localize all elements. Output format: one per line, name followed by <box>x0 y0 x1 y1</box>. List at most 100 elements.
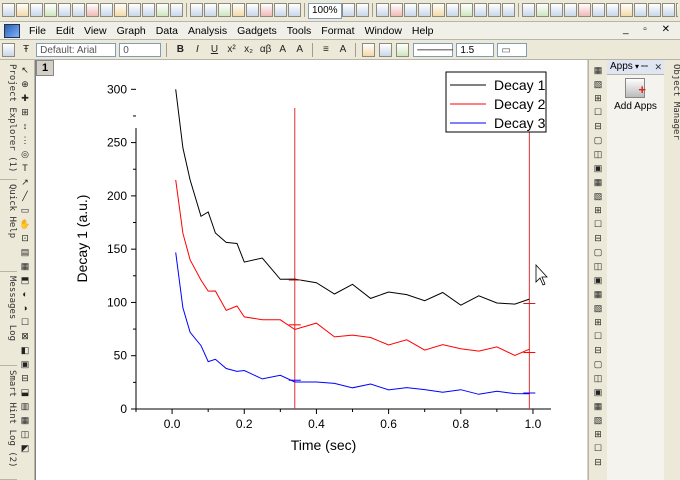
menu-item-window[interactable]: Window <box>360 25 407 37</box>
font-select[interactable]: Default: Arial <box>36 43 117 57</box>
graph-tool-icon[interactable]: ⊟ <box>592 232 604 244</box>
graph-tool-icon[interactable]: ⊟ <box>592 456 604 468</box>
toolbar-button-icon[interactable] <box>260 3 273 17</box>
toolbar-button-icon[interactable] <box>487 3 501 17</box>
graph-tool-icon[interactable]: ▣ <box>592 274 604 286</box>
tab-messages-log[interactable]: Messages Log <box>0 272 17 366</box>
graph-tool-icon[interactable]: ⊟ <box>592 344 604 356</box>
menu-item-edit[interactable]: Edit <box>51 25 79 37</box>
toolbar-button-icon[interactable] <box>605 3 619 17</box>
screen-reader-tool-icon[interactable]: ↕ <box>19 120 31 132</box>
menu-item-graph[interactable]: Graph <box>112 25 151 37</box>
graph-tool-icon[interactable]: ◫ <box>592 260 604 272</box>
insert-layout-tool-icon[interactable]: ▥ <box>19 400 31 412</box>
add-apps-label[interactable]: Add Apps <box>607 101 664 112</box>
rotate-tool-icon[interactable]: ◐ <box>19 288 31 300</box>
graph-tool-icon[interactable]: ⊟ <box>592 120 604 132</box>
toolbar-button-icon[interactable] <box>288 3 301 17</box>
graph-tool-icon[interactable]: ▧ <box>592 78 604 90</box>
graph-tool-icon[interactable]: ▢ <box>592 358 604 370</box>
toolbar-button-icon[interactable] <box>647 3 661 17</box>
toolbar-button-icon[interactable] <box>403 3 417 17</box>
toolbar-button-icon[interactable] <box>417 3 431 17</box>
draw-data-tool-icon[interactable]: ◎ <box>19 148 31 160</box>
data-reader-tool-icon[interactable]: ⊞ <box>19 106 31 118</box>
toolbar-button-icon[interactable] <box>577 3 591 17</box>
graph-tool-icon[interactable]: ◫ <box>592 372 604 384</box>
subscript-button[interactable]: x₂ <box>242 43 256 57</box>
border-style-select[interactable]: ▭ <box>497 43 528 57</box>
font-shrink-button[interactable]: A <box>293 43 307 57</box>
zoom-select[interactable]: 100% <box>308 3 342 19</box>
italic-button[interactable]: I <box>190 43 204 57</box>
close-icon[interactable]: ✕ <box>654 60 662 74</box>
graph-window[interactable]: 1 0.0 0.2 0.4 0.6 0.8 1.0 0 50 100 150 200 250 300 Ti… <box>36 60 587 480</box>
insert-workbook-tool-icon[interactable]: ◫ <box>19 428 31 440</box>
toolbar-button-icon[interactable] <box>633 3 647 17</box>
insert-image-tool-icon[interactable]: ⬓ <box>19 386 31 398</box>
toolbar-button-icon[interactable] <box>190 3 203 17</box>
toolbar-button-icon[interactable] <box>675 3 678 17</box>
toolbar-button-icon[interactable] <box>170 3 183 17</box>
app-icon[interactable] <box>4 24 20 38</box>
graph-tool-icon[interactable]: ▣ <box>592 162 604 174</box>
toolbar-button-icon[interactable] <box>58 3 71 17</box>
pattern-icon[interactable] <box>379 43 393 57</box>
underline-button[interactable]: U <box>207 43 221 57</box>
hand-tool-icon[interactable]: ✋ <box>19 218 31 230</box>
region-tool-icon[interactable]: ⊡ <box>19 232 31 244</box>
line-style-select[interactable]: ───── <box>413 43 454 57</box>
toolbar-button-icon[interactable] <box>549 3 563 17</box>
mask-tool-icon[interactable]: ▤ <box>19 246 31 258</box>
tab-quick-help[interactable]: Quick Help <box>0 180 17 272</box>
toolbar-button-icon[interactable] <box>204 3 217 17</box>
insert-equation-tool-icon[interactable]: ⊟ <box>19 372 31 384</box>
menu-item-analysis[interactable]: Analysis <box>183 25 232 37</box>
zoom-pan-tool-icon[interactable]: ⊕ <box>19 78 31 90</box>
graph-tool-icon[interactable]: ▦ <box>592 64 604 76</box>
graph-tool-icon[interactable]: ▢ <box>592 134 604 146</box>
graph-tool-icon[interactable]: ◫ <box>592 148 604 160</box>
toolbar-button-icon[interactable] <box>591 3 605 17</box>
menu-item-view[interactable]: View <box>79 25 112 37</box>
toolbar-button-icon[interactable] <box>445 3 459 17</box>
toolbar-button-icon[interactable] <box>72 3 85 17</box>
menu-item-format[interactable]: Format <box>316 25 359 37</box>
toolbar-button-icon[interactable] <box>232 3 245 17</box>
line-width-select[interactable]: 1.5 <box>456 43 495 57</box>
menu-item-gadgets[interactable]: Gadgets <box>232 25 282 37</box>
toolbar-button-icon[interactable] <box>389 3 403 17</box>
toolbar-button-icon[interactable] <box>355 3 369 17</box>
toolbar-button-icon[interactable] <box>473 3 487 17</box>
toolbar-button-icon[interactable] <box>114 3 127 17</box>
window-controls[interactable]: _ ▫ ✕ <box>623 24 676 35</box>
graph-tool-icon[interactable]: ▧ <box>592 414 604 426</box>
toolbar-button-icon[interactable] <box>86 3 99 17</box>
graph-tool-icon[interactable]: ▣ <box>592 386 604 398</box>
data-selector-tool-icon[interactable]: ▦ <box>19 260 31 272</box>
graph-tool-icon[interactable]: ▦ <box>592 400 604 412</box>
graph-tool-icon[interactable]: ▢ <box>592 246 604 258</box>
toolbar-button-icon[interactable] <box>661 3 675 17</box>
scale-tool-icon[interactable]: ✚ <box>19 92 31 104</box>
toolbar-button-icon[interactable] <box>100 3 113 17</box>
handle-icon[interactable] <box>2 43 15 57</box>
align-left-icon[interactable]: ≡ <box>319 43 333 57</box>
fill-tool-icon[interactable]: ◑ <box>19 302 31 314</box>
font-size-select[interactable]: 0 <box>119 43 162 57</box>
regional-mask-tool-icon[interactable]: ⊠ <box>19 330 31 342</box>
fill-color-icon[interactable] <box>362 43 376 57</box>
menu-item-tools[interactable]: Tools <box>282 25 317 37</box>
tab-object-manager[interactable]: Object Manager <box>664 60 680 180</box>
graph-tool-icon[interactable]: ▦ <box>592 288 604 300</box>
toolbar-button-icon[interactable] <box>128 3 141 17</box>
toolbar-button-icon[interactable] <box>274 3 287 17</box>
toolbar-button-icon[interactable] <box>501 3 515 17</box>
superscript-button[interactable]: x² <box>225 43 239 57</box>
tab-smart-hint-log[interactable]: Smart Hint Log (2) <box>0 366 17 480</box>
arrow-tool-icon[interactable]: ↗ <box>19 176 31 188</box>
toolbar-button-icon[interactable] <box>375 3 389 17</box>
graph-tool-icon[interactable]: ☐ <box>592 442 604 454</box>
frame-tool-icon[interactable]: ☐ <box>19 316 31 328</box>
graph-tool-icon[interactable]: ▦ <box>592 176 604 188</box>
